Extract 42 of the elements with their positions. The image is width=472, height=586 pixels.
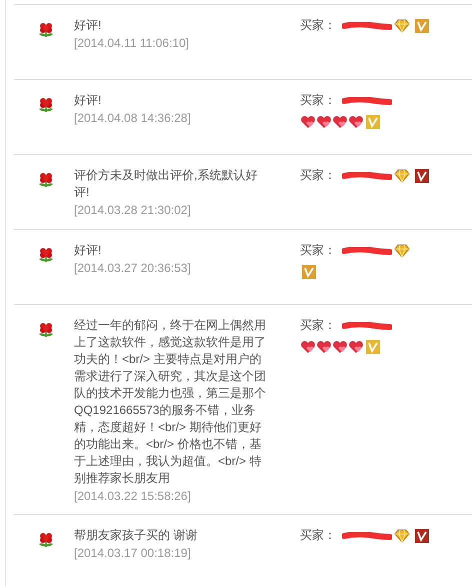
heart-icon <box>316 114 332 128</box>
heart-icon <box>316 340 332 354</box>
review-date: [2014.03.28 21:30:02] <box>74 202 192 219</box>
flower-icon <box>38 247 54 263</box>
heart-icon <box>348 114 364 128</box>
review-date: [2014.03.27 20:36:53] <box>74 260 192 277</box>
review-comment: 评价方未及时做出评价,系统默认好评! <box>74 167 258 201</box>
heart-icon <box>348 340 364 354</box>
diamond-icon <box>394 244 410 258</box>
review-date: [2014.04.11 11:06:10] <box>74 35 190 52</box>
heart-icon <box>332 114 348 128</box>
redaction-mark <box>342 532 392 540</box>
flower-icon <box>38 97 54 113</box>
review-comment: 好评! <box>74 92 102 109</box>
flower-icon <box>38 172 54 188</box>
heart-icon <box>300 340 316 354</box>
diamond-icon <box>394 18 410 32</box>
review-date: [2014.03.22 15:58:26] <box>74 488 192 505</box>
diamond-icon <box>394 168 410 182</box>
review-comment: 好评! <box>74 17 102 34</box>
review-date: [2014.04.08 14:36:28] <box>74 110 192 127</box>
redaction-mark <box>342 22 392 30</box>
flower-icon <box>38 22 54 38</box>
buyer-label: 买家： <box>300 527 336 544</box>
review-comment: 好评! <box>74 242 102 259</box>
review-comment: 帮朋友家孩子买的 谢谢 <box>74 527 198 544</box>
flower-icon <box>38 532 54 548</box>
flower-icon <box>38 322 54 338</box>
diamond-icon <box>394 528 410 542</box>
buyer-label: 买家： <box>300 92 336 109</box>
heart-icon <box>300 114 316 128</box>
redaction-mark <box>342 322 392 330</box>
review-comment: 经过一年的郁闷，终于在网上偶然用上了这款软件，感觉这款软件是用了功夫的！<br/> 主要特点是对用户的需求进行了深入研究，其次是这个团队的技术开发能力也强，第三是那个QQ1921665573的服务不错，业务精，态度超好！<br/> 期待他们更好的功能出来。<br/> 价格也不错，基于上述理由，我认为超值。<br/> 特别推荐家长朋友用 <box>74 317 267 487</box>
buyer-label: 买家： <box>300 317 336 334</box>
redaction-mark <box>342 172 392 180</box>
heart-icon <box>332 340 348 354</box>
buyer-label: 买家： <box>300 17 336 34</box>
redaction-mark <box>342 246 392 254</box>
redaction-mark <box>342 96 392 104</box>
review-date: [2014.03.17 00:18:19] <box>74 545 192 562</box>
buyer-label: 买家： <box>300 242 336 259</box>
buyer-label: 买家： <box>300 167 336 184</box>
